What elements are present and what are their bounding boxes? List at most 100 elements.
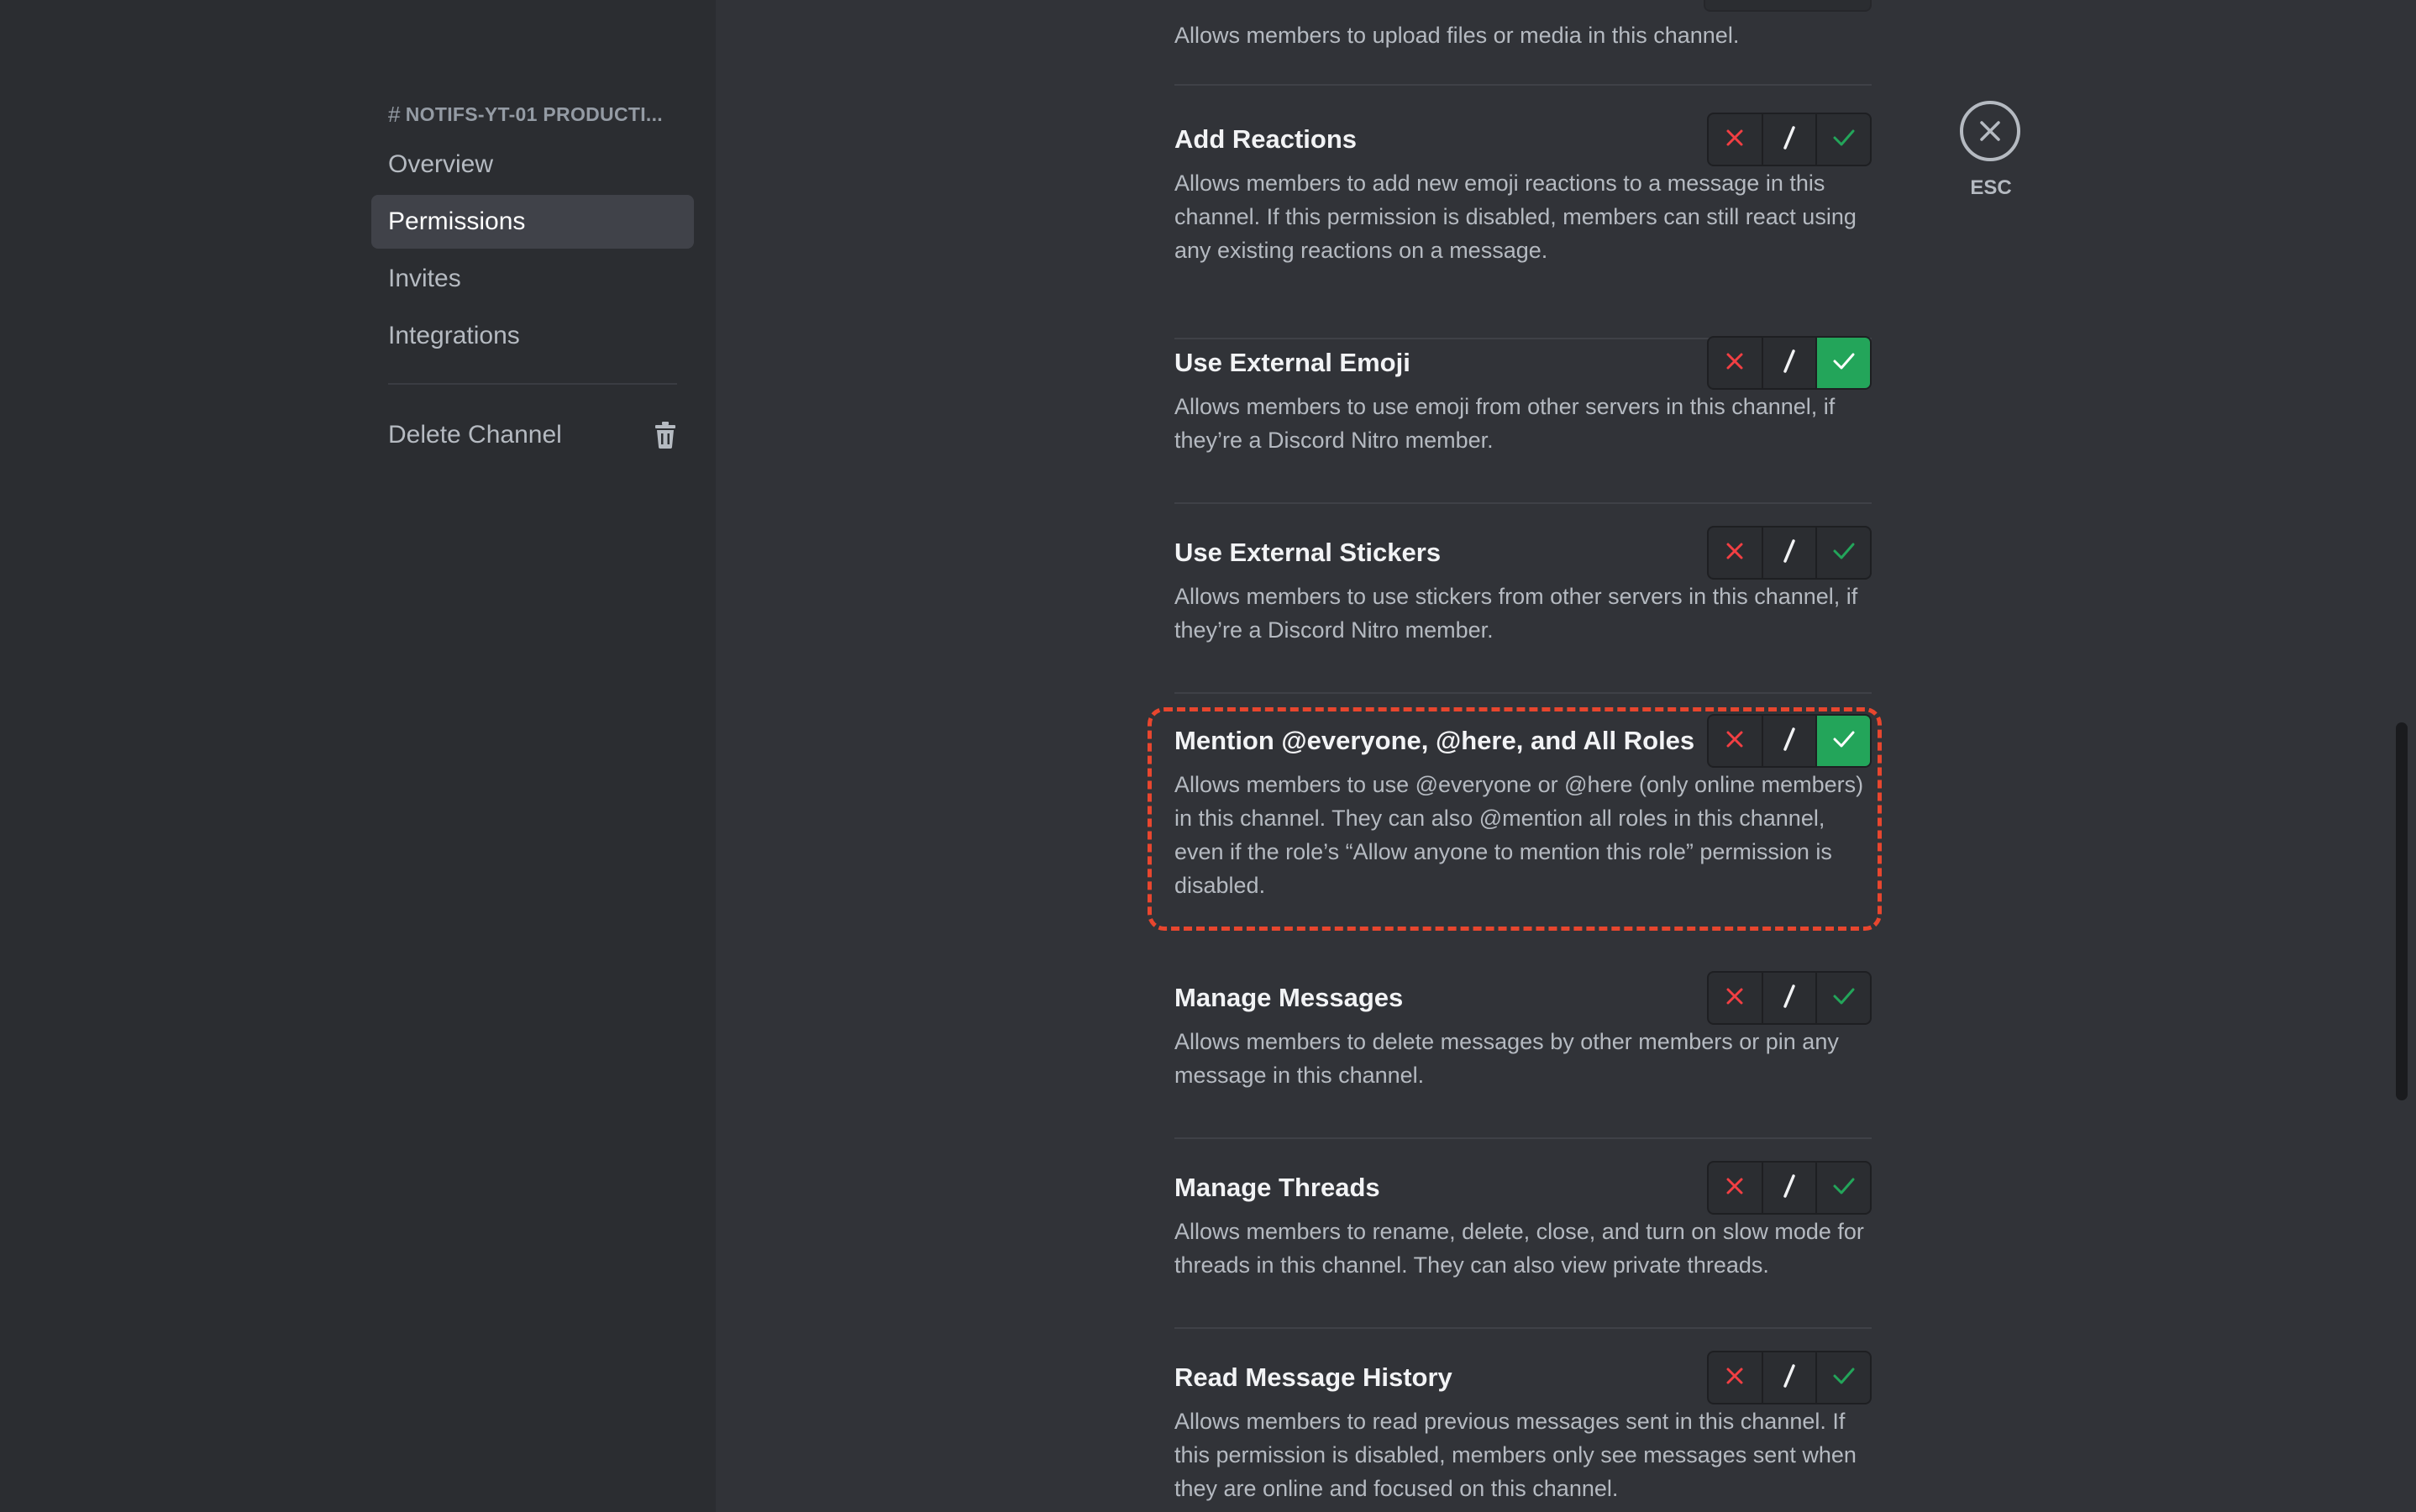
close-button[interactable]	[1960, 101, 2020, 161]
permission-row: Use External Emoji Allows members to use …	[1174, 336, 1872, 457]
allow-button[interactable]	[1815, 1163, 1870, 1213]
close-icon	[1980, 121, 2000, 141]
check-icon	[1831, 728, 1857, 754]
neutral-button[interactable]	[1761, 973, 1816, 1023]
slash-icon	[1778, 349, 1800, 378]
x-icon	[1724, 1175, 1746, 1201]
settings-sidebar: # NOTIFS-YT-01 PRODUCTI... Overview Perm…	[0, 0, 716, 1512]
slash-icon	[1778, 1173, 1800, 1203]
neutral-button[interactable]	[1761, 716, 1816, 766]
neutral-button[interactable]	[1761, 114, 1816, 165]
hash-icon: #	[388, 101, 401, 127]
scrollbar-thumb[interactable]	[2396, 722, 2408, 1100]
check-icon	[1831, 540, 1857, 566]
permission-row: Manage Messages Allows members to delete …	[1174, 971, 1872, 1092]
channel-name: NOTIFS-YT-01 PRODUCTI...	[405, 102, 663, 125]
slash-icon	[1778, 727, 1800, 756]
permission-title: Manage Threads	[1174, 1173, 1380, 1202]
delete-channel-label: Delete Channel	[388, 421, 562, 449]
permission-toggle[interactable]	[1707, 113, 1872, 166]
check-icon	[1831, 1175, 1857, 1201]
x-icon	[1724, 728, 1746, 754]
slash-icon	[1778, 125, 1800, 155]
close-area: ESC	[1960, 101, 2022, 200]
delete-channel-button[interactable]: Delete Channel	[371, 408, 694, 462]
slash-icon	[1778, 984, 1800, 1013]
esc-label: ESC	[1970, 176, 2012, 199]
sidebar-item-permissions[interactable]: Permissions	[371, 195, 694, 249]
permission-description: Allows members to rename, delete, close,…	[1174, 1219, 1864, 1278]
permission-toggle[interactable]	[1707, 1351, 1872, 1404]
permission-row: Read Message History Allows members to re…	[1174, 1351, 1872, 1505]
sidebar-item-integrations[interactable]: Integrations	[371, 309, 694, 363]
permission-divider	[1174, 1137, 1872, 1139]
sidebar-item-invites[interactable]: Invites	[371, 252, 694, 306]
deny-button[interactable]	[1709, 1352, 1762, 1403]
slash-icon	[1778, 538, 1800, 568]
permission-header: Use External Stickers	[1174, 526, 1872, 580]
permission-row: Add Reactions Allows members to add new e…	[1174, 113, 1872, 267]
permission-description: Allows members to read previous messages…	[1174, 1409, 1857, 1501]
permission-toggle[interactable]	[1707, 1161, 1872, 1215]
permission-description: Allows members to add new emoji reaction…	[1174, 171, 1857, 263]
deny-button[interactable]	[1709, 528, 1762, 578]
permission-header: Read Message History	[1174, 1351, 1872, 1404]
sidebar-divider	[388, 383, 677, 385]
check-icon	[1831, 985, 1857, 1011]
permission-description: Allows members to delete messages by oth…	[1174, 1029, 1839, 1088]
sidebar-item-label: Permissions	[388, 207, 526, 235]
allow-button[interactable]	[1815, 973, 1870, 1023]
permission-header: Mention @everyone, @here, and All Roles	[1174, 714, 1872, 768]
sidebar-item-overview[interactable]: Overview	[371, 138, 694, 192]
deny-button[interactable]	[1709, 716, 1762, 766]
permission-title: Manage Messages	[1174, 983, 1404, 1012]
allow-button[interactable]	[1815, 716, 1870, 766]
deny-button[interactable]	[1709, 1163, 1762, 1213]
channel-settings-window: # NOTIFS-YT-01 PRODUCTI... Overview Perm…	[0, 0, 2416, 1512]
permission-divider	[1174, 692, 1872, 694]
sidebar-item-label: Overview	[388, 150, 494, 178]
allow-button[interactable]	[1815, 338, 1870, 388]
allow-button[interactable]	[1815, 528, 1870, 578]
x-icon	[1724, 350, 1746, 376]
channel-header: # NOTIFS-YT-01 PRODUCTI...	[371, 94, 694, 134]
deny-button[interactable]	[1709, 114, 1762, 165]
permission-divider	[1174, 84, 1872, 86]
slash-icon	[1778, 1363, 1800, 1393]
neutral-button[interactable]	[1761, 1352, 1816, 1403]
x-icon	[1724, 1365, 1746, 1391]
check-icon	[1831, 127, 1857, 153]
permission-description-partial: Allows members to upload files or media …	[1174, 23, 1740, 48]
permission-description: Allows members to use stickers from othe…	[1174, 584, 1858, 643]
permission-title: Use External Stickers	[1174, 538, 1442, 567]
check-icon	[1831, 350, 1857, 376]
permission-description: Allows members to use @everyone or @here…	[1174, 772, 1864, 898]
permission-divider	[1174, 1327, 1872, 1329]
neutral-button[interactable]	[1761, 338, 1816, 388]
neutral-button[interactable]	[1761, 528, 1816, 578]
permission-toggle[interactable]	[1707, 714, 1872, 768]
permission-row: Mention @everyone, @here, and All Roles A…	[1174, 714, 1872, 902]
permission-toggle[interactable]	[1707, 336, 1872, 390]
permission-toggle[interactable]	[1707, 971, 1872, 1025]
permission-toggle[interactable]	[1707, 526, 1872, 580]
allow-button[interactable]	[1815, 1352, 1870, 1403]
permission-toggle-partial[interactable]	[1704, 0, 1872, 12]
x-icon	[1724, 985, 1746, 1011]
permission-row: Use External Stickers Allows members to u…	[1174, 526, 1872, 647]
deny-button[interactable]	[1709, 338, 1762, 388]
permission-title: Add Reactions	[1174, 124, 1358, 154]
permission-header: Manage Messages	[1174, 971, 1872, 1025]
deny-button[interactable]	[1709, 973, 1762, 1023]
x-icon	[1724, 127, 1746, 153]
permission-title: Mention @everyone, @here, and All Roles	[1174, 726, 1695, 755]
neutral-button[interactable]	[1761, 1163, 1816, 1213]
permission-header: Add Reactions	[1174, 113, 1872, 166]
trash-icon	[654, 422, 677, 449]
permissions-content: Allows members to upload files or media …	[716, 0, 2416, 1512]
permission-header: Manage Threads	[1174, 1161, 1872, 1215]
permission-divider	[1174, 502, 1872, 504]
permission-header: Use External Emoji	[1174, 336, 1872, 390]
allow-button[interactable]	[1815, 114, 1870, 165]
sidebar-item-label: Integrations	[388, 322, 520, 349]
